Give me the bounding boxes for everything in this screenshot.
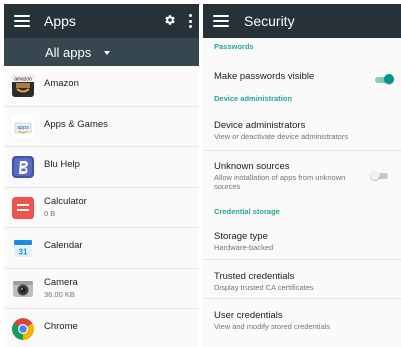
setting-make-passwords-visible[interactable]: Make passwords visible <box>203 54 401 96</box>
calculator-icon <box>12 196 34 219</box>
menu-icon[interactable] <box>14 15 30 27</box>
setting-title: Trusted credentials <box>214 271 295 282</box>
security-toolbar: Security <box>203 4 401 38</box>
setting-device-administrators[interactable]: Device administrators View or deactivate… <box>203 106 401 151</box>
svg-text:amazon: amazon <box>14 77 32 83</box>
menu-icon[interactable] <box>213 15 229 27</box>
app-row-calendar[interactable]: 31 Calendar <box>4 228 199 269</box>
setting-subtitle: View and modify stored credentials <box>214 322 331 331</box>
section-header-credential-storage: Credential storage <box>214 207 280 216</box>
dropdown-caret-icon <box>104 50 111 55</box>
setting-user-credentials[interactable]: User credentials View and modify stored … <box>203 299 401 339</box>
amazon-icon: amazon <box>12 75 34 97</box>
svg-text:apps: apps <box>17 125 29 131</box>
app-row-chrome[interactable]: Chrome <box>4 309 199 347</box>
setting-subtitle: Hardware-backed <box>214 243 274 252</box>
chrome-icon <box>12 318 34 340</box>
setting-subtitle: Allow installation of apps from unknown … <box>214 173 346 191</box>
app-row-calculator[interactable]: Calculator 0 B <box>4 188 199 228</box>
app-row-apps-games[interactable]: apps Apps & Games <box>4 107 199 147</box>
app-filter-label: All apps <box>45 44 92 60</box>
app-name: Amazon <box>44 78 79 89</box>
app-name: Calendar <box>44 240 83 251</box>
setting-unknown-sources[interactable]: Unknown sources Allow installation of ap… <box>203 151 401 201</box>
setting-trusted-credentials[interactable]: Trusted credentials Display trusted CA c… <box>203 260 401 299</box>
app-name: Apps & Games <box>44 118 108 130</box>
camera-icon <box>13 280 33 297</box>
gear-icon[interactable] <box>164 14 176 26</box>
app-name: Blu Help <box>44 159 80 170</box>
overflow-menu-icon[interactable] <box>188 14 192 28</box>
security-title: Security <box>244 13 295 29</box>
setting-subtitle: Display trusted CA certificates <box>214 283 314 292</box>
app-name: Calculator <box>44 195 87 207</box>
svg-text:31: 31 <box>19 248 28 257</box>
apps-screen: Apps All apps amazon Amazon apps Apps & … <box>4 4 199 347</box>
app-list: amazon Amazon apps Apps & Games Blu Help… <box>4 66 199 347</box>
apps-games-icon: apps <box>12 115 34 138</box>
security-screen: Security Passwords Make passwords visibl… <box>203 4 401 347</box>
app-name: Chrome <box>44 321 78 332</box>
setting-title: Make passwords visible <box>214 71 315 82</box>
app-row-blu-help[interactable]: Blu Help <box>4 147 199 188</box>
setting-title: Storage type <box>214 231 268 242</box>
apps-title: Apps <box>44 13 76 29</box>
app-filter-dropdown[interactable]: All apps <box>4 38 199 66</box>
section-header-passwords: Passwords <box>214 42 254 51</box>
app-name: Camera <box>44 276 78 288</box>
app-row-amazon[interactable]: amazon Amazon <box>4 66 199 107</box>
setting-title: User credentials <box>214 310 283 321</box>
blu-help-icon <box>12 156 34 178</box>
app-size: 36.00 KB <box>44 289 75 299</box>
app-size: 0 B <box>44 208 56 218</box>
make-passwords-visible-toggle[interactable] <box>375 74 394 84</box>
setting-title: Device administrators <box>214 120 306 131</box>
setting-storage-type: Storage type Hardware-backed <box>203 219 401 260</box>
calendar-icon: 31 <box>14 240 32 257</box>
setting-subtitle: View or deactivate device administrators <box>214 132 349 141</box>
unknown-sources-toggle[interactable] <box>370 170 388 180</box>
app-row-camera[interactable]: Camera 36.00 KB <box>4 269 199 309</box>
apps-toolbar: Apps <box>4 4 199 38</box>
